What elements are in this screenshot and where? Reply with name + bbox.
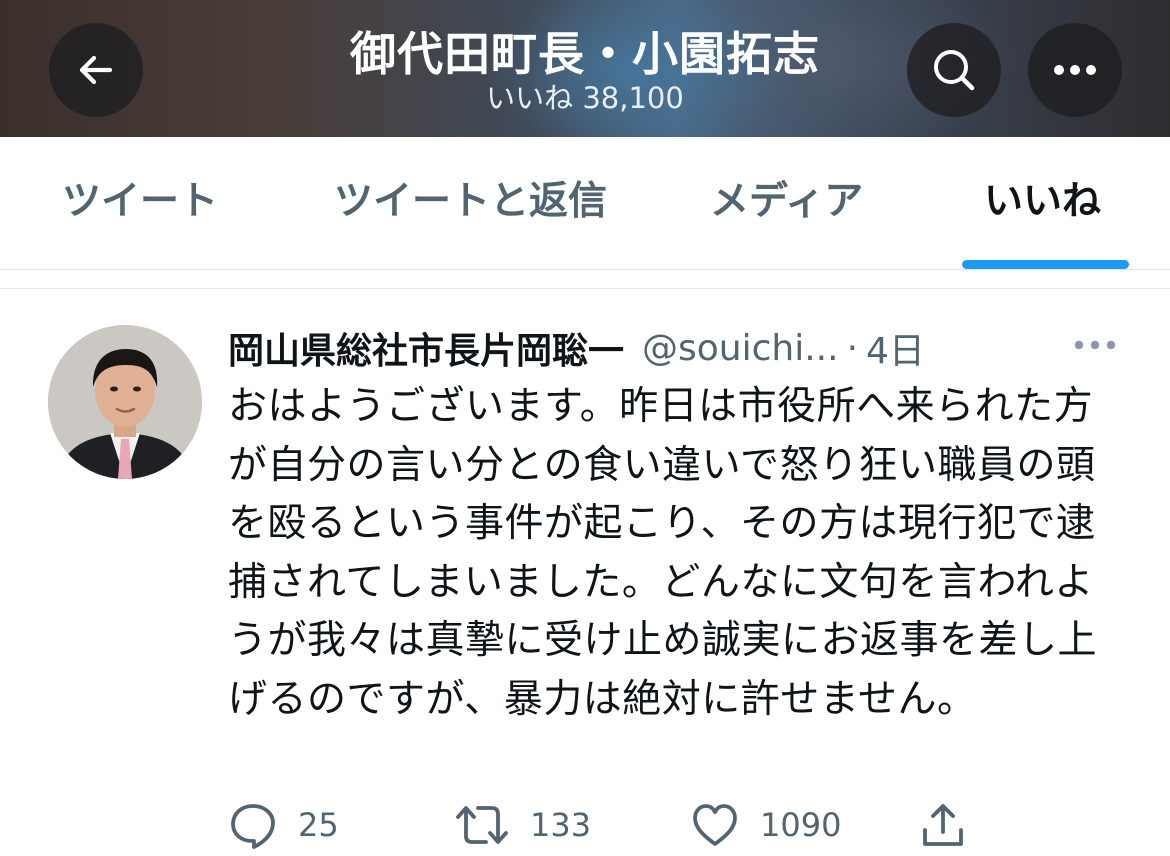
heart-icon	[693, 804, 737, 846]
active-tab-indicator	[962, 260, 1129, 269]
search-icon	[934, 50, 975, 91]
tab-media[interactable]: メディア	[710, 177, 863, 227]
tweet-header: 岡山県総社市長片岡聡一 @souichi... · 4日	[228, 320, 1048, 376]
retweet-button[interactable]: 133	[454, 800, 591, 850]
tweet-actions: 25 133 1090	[228, 800, 1128, 856]
tab-tweets-and-replies[interactable]: ツイートと返信	[334, 177, 607, 227]
tab-likes[interactable]: いいね	[984, 177, 1101, 227]
author-avatar[interactable]	[48, 325, 202, 479]
tab-tweets[interactable]: ツイート	[62, 177, 218, 227]
like-button[interactable]: 1090	[690, 800, 841, 850]
retweet-icon	[456, 806, 508, 844]
more-horizontal-icon	[1074, 340, 1116, 350]
reply-button[interactable]: 25	[228, 800, 339, 850]
tweet-timestamp[interactable]: 4日	[866, 322, 925, 374]
tweet-body: おはようございます。昨日は市役所へ来られた方が自分の言い分との食い違いで怒り狂い…	[228, 384, 1098, 722]
profile-tabs: ツイート ツイートと返信 メディア いいね	[0, 137, 1170, 270]
search-button[interactable]	[907, 23, 1001, 117]
more-horizontal-icon	[1054, 65, 1096, 75]
divider	[0, 288, 1170, 289]
share-button[interactable]	[918, 800, 968, 850]
author-name[interactable]: 岡山県総社市長片岡聡一	[228, 322, 624, 374]
reply-count: 25	[298, 806, 339, 844]
like-count: 1090	[760, 806, 842, 844]
share-icon	[923, 804, 963, 846]
separator-dot: ·	[846, 327, 859, 369]
reply-icon	[231, 804, 275, 849]
avatar-portrait	[48, 325, 202, 479]
retweet-count: 133	[530, 806, 592, 844]
tweet-more-button[interactable]	[1072, 333, 1118, 357]
profile-header-banner: 御代田町長・小園拓志 いいね 38,100	[0, 0, 1170, 137]
author-handle[interactable]: @souichi...	[642, 328, 839, 369]
more-options-button[interactable]	[1028, 23, 1122, 117]
